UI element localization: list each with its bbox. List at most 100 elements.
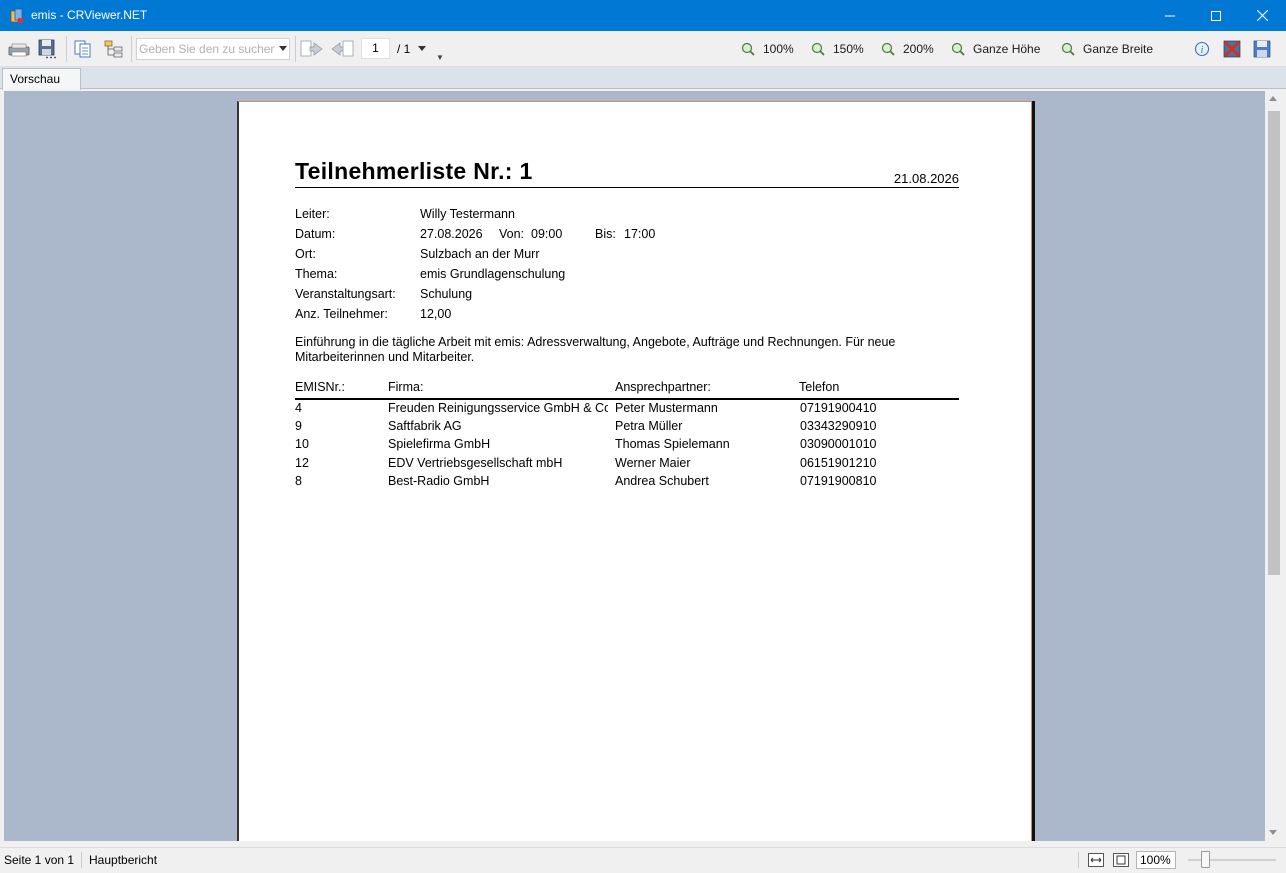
cell-emisnr: 9 <box>295 419 302 434</box>
cell-ansprechpartner: Thomas Spielemann <box>615 437 730 452</box>
close-button[interactable] <box>1239 0 1285 31</box>
field-label-von: Von: <box>499 227 525 241</box>
zoom-100-button[interactable]: 100% <box>741 42 794 56</box>
app-icon <box>10 8 23 23</box>
minimize-icon <box>1165 15 1175 16</box>
cell-firma: Freuden Reinigungsservice GmbH & Co. KG <box>388 401 608 415</box>
cell-ansprechpartner: Peter Mustermann <box>615 401 718 415</box>
fit-page-status-button[interactable] <box>1113 853 1129 870</box>
scroll-up-icon[interactable] <box>1269 96 1277 101</box>
toolbar: 1 / 1 ▼ 100% 150% 200% Ganze Höhe Ganze … <box>0 31 1286 67</box>
field-value-veranstaltungsart: Schulung <box>420 287 473 301</box>
previous-page-button[interactable] <box>300 36 324 62</box>
next-page-icon <box>331 40 354 57</box>
page-dropdown-icon[interactable] <box>418 46 426 51</box>
search-field[interactable] <box>136 38 290 60</box>
zoom-200-label: 200% <box>903 42 934 56</box>
tree-icon <box>104 40 123 58</box>
copy-pages-icon <box>74 40 91 58</box>
zoom-icon <box>811 42 825 56</box>
zoom-slider-thumb[interactable] <box>1201 851 1210 868</box>
field-label-bis: Bis: <box>595 227 616 241</box>
report-name: Hauptbericht <box>89 853 158 867</box>
column-header-telefon: Telefon <box>799 380 840 394</box>
page-total: / 1 <box>397 42 411 56</box>
save-disk-icon <box>38 39 56 59</box>
fit-page-icon <box>1113 853 1129 867</box>
next-page-button[interactable] <box>330 36 354 62</box>
cell-firma: EDV Vertriebsgesellschaft mbH <box>388 455 563 470</box>
search-dropdown-icon[interactable] <box>279 46 287 51</box>
cell-ansprechpartner: Petra Müller <box>615 419 683 434</box>
report-page: Teilnehmerliste Nr.: 1 21.08.2026 Leiter… <box>237 101 1032 841</box>
scroll-down-icon[interactable] <box>1269 830 1277 835</box>
fit-width-icon <box>1088 853 1104 867</box>
field-label-thema: Thema: <box>295 267 338 281</box>
cell-emisnr: 12 <box>295 455 309 470</box>
tab-strip: Vorschau <box>0 67 1286 90</box>
title-rule <box>295 187 959 188</box>
header-rule <box>295 398 959 400</box>
minimize-button[interactable] <box>1147 0 1193 31</box>
zoom-100-label: 100% <box>763 42 794 56</box>
page-status: Seite 1 von 1 <box>4 853 75 867</box>
report-description: Einführung in die tägliche Arbeit mit em… <box>295 335 896 364</box>
field-value-bis: 17:00 <box>624 227 656 241</box>
info-button[interactable]: i <box>1194 36 1210 62</box>
column-header-firma: Firma: <box>388 380 424 394</box>
fit-width-button[interactable]: Ganze Breite <box>1061 42 1153 56</box>
zoom-icon <box>741 42 755 56</box>
cell-telefon: 07191900410 <box>800 401 877 415</box>
print-button[interactable] <box>8 36 30 62</box>
save-icon <box>1253 40 1271 58</box>
cell-emisnr: 10 <box>295 437 309 452</box>
column-header-emisnr: EMISNr.: <box>295 380 346 394</box>
fit-height-button[interactable]: Ganze Höhe <box>951 42 1040 56</box>
toolbar-overflow-icon[interactable]: ▼ <box>436 53 444 62</box>
zoom-200-button[interactable]: 200% <box>881 42 934 56</box>
current-page-input[interactable]: 1 <box>361 38 390 59</box>
field-label-ort: Ort: <box>295 247 316 261</box>
svg-text:i: i <box>1201 45 1204 56</box>
status-bar: Seite 1 von 1 Hauptbericht 100% <box>0 847 1286 873</box>
save-button[interactable] <box>1253 36 1271 62</box>
field-value-ort: Sulzbach an der Murr <box>420 247 540 261</box>
cell-telefon: 03343290910 <box>800 419 877 434</box>
field-label-teilnehmer: Anz. Teilnehmer: <box>295 307 388 321</box>
fit-height-label: Ganze Höhe <box>973 42 1041 56</box>
field-label-leiter: Leiter: <box>295 207 330 221</box>
zoom-150-button[interactable]: 150% <box>811 42 864 56</box>
zoom-icon <box>1061 42 1075 56</box>
cell-firma: Best-Radio GmbH <box>388 473 490 488</box>
field-label-datum: Datum: <box>295 227 336 241</box>
previous-page-icon <box>300 40 323 57</box>
zoom-icon <box>951 42 965 56</box>
scrollbar-thumb[interactable] <box>1268 111 1280 575</box>
field-value-thema: emis Grundlagenschulung <box>420 267 566 281</box>
zoom-input[interactable]: 100% <box>1136 851 1176 869</box>
copy-button[interactable] <box>73 36 93 62</box>
cell-telefon: 07191900810 <box>800 473 877 488</box>
maximize-button[interactable] <box>1193 0 1239 31</box>
column-header-ansprechpartner: Ansprechpartner: <box>615 380 711 394</box>
zoom-icon <box>881 42 895 56</box>
report-title: Teilnehmerliste Nr.: 1 <box>295 158 533 184</box>
fit-width-status-button[interactable] <box>1088 853 1104 870</box>
field-value-teilnehmer: 12,00 <box>420 307 452 321</box>
maximize-icon <box>1211 10 1221 21</box>
cell-ansprechpartner: Werner Maier <box>615 455 691 470</box>
close-report-button[interactable] <box>1223 36 1241 62</box>
info-icon: i <box>1194 41 1210 57</box>
export-button[interactable] <box>38 36 58 62</box>
search-input[interactable] <box>139 40 275 58</box>
printer-icon <box>8 43 30 57</box>
field-value-von: 09:00 <box>531 227 563 241</box>
cell-emisnr: 8 <box>295 473 302 488</box>
report-preview-area[interactable]: Teilnehmerliste Nr.: 1 21.08.2026 Leiter… <box>4 91 1265 841</box>
field-label-veranstaltungsart: Veranstaltungsart: <box>295 287 396 301</box>
group-tree-button[interactable] <box>104 36 124 62</box>
tab-vorschau[interactable]: Vorschau <box>2 68 81 90</box>
fit-width-label: Ganze Breite <box>1083 42 1154 56</box>
vertical-scrollbar[interactable] <box>1265 91 1282 841</box>
cell-emisnr: 4 <box>295 401 302 415</box>
